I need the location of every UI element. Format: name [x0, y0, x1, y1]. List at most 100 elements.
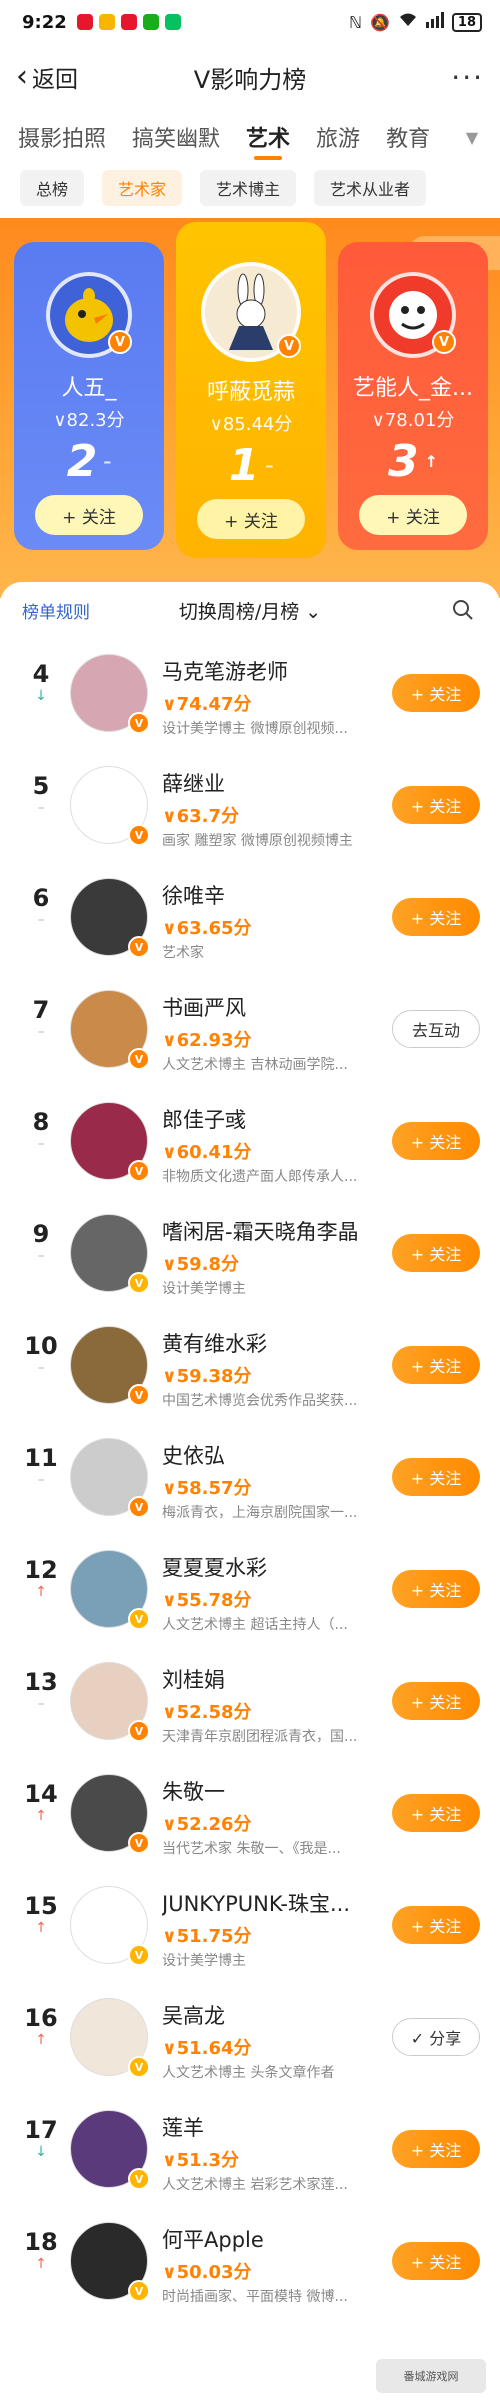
tab-2[interactable]: 艺术: [246, 112, 290, 162]
avatar[interactable]: V: [201, 262, 301, 362]
follow-button[interactable]: + 关注: [392, 1570, 480, 1608]
tab-0[interactable]: 摄影拍照: [18, 112, 106, 162]
follow-button[interactable]: + 关注: [392, 1794, 480, 1832]
notification-app-icon: [120, 14, 137, 30]
tab-4[interactable]: 教育: [386, 112, 430, 162]
user-name[interactable]: 黄有维水彩: [162, 1328, 382, 1358]
search-icon[interactable]: [448, 595, 478, 625]
category-tabs: 摄影拍照搞笑幽默艺术旅游教育情▼: [0, 112, 500, 162]
user-name[interactable]: 嗜闲居-霜天晓角李晶: [162, 1216, 382, 1246]
wifi-icon: [398, 12, 418, 32]
rank-number: 9: [32, 1220, 50, 1248]
list-item[interactable]: 9– V 嗜闲居-霜天晓角李晶 ∨59.8分 设计美学博主 + 关注: [0, 1198, 500, 1310]
follow-button[interactable]: + 关注: [392, 1346, 480, 1384]
period-switch-button[interactable]: [170, 590, 330, 630]
follow-button[interactable]: + 关注: [392, 1906, 480, 1944]
chip-0[interactable]: 总榜: [20, 170, 85, 206]
follow-button[interactable]: + 关注: [392, 1682, 480, 1720]
battery-icon: 18: [451, 12, 482, 32]
user-name[interactable]: 何平Apple: [162, 2224, 382, 2254]
list-item[interactable]: 5– V 薛继业 ∨63.7分 画家 雕塑家 微博原创视频博主 + 关注: [0, 750, 500, 862]
list-item[interactable]: 15 ↑ V JUNKYPUNK-珠宝... ∨51.75分 设计美学博主 + 关注: [0, 1870, 500, 1982]
list-item[interactable]: 16 ↑ V 吴高龙 ∨51.64分 人文艺术博主 头条文章作者 ✓ 分享: [0, 1982, 500, 2094]
list-item[interactable]: 11– V 史依弘 ∨58.57分 梅派青衣，上海京剧院国家一... + 关注: [0, 1422, 500, 1534]
rank-trend-icon: –: [37, 1024, 45, 1040]
podium-card-rank-1[interactable]: V 呼蔽觅蒜 ∨85.44分 1 – + 关注: [176, 222, 326, 558]
follow-button[interactable]: + 关注: [35, 495, 143, 535]
rules-link[interactable]: 榜单规则: [22, 598, 90, 623]
rank-trend-icon: –: [37, 1360, 45, 1376]
user-description: 画家 雕塑家 微博原创视频博主: [162, 833, 353, 849]
user-name[interactable]: 马克笔游老师: [162, 656, 382, 686]
follow-button[interactable]: + 关注: [392, 786, 480, 824]
rank-number: 6: [32, 884, 50, 912]
follow-button[interactable]: + 关注: [197, 499, 305, 539]
follow-button[interactable]: + 关注: [392, 1122, 480, 1160]
follow-button[interactable]: + 关注: [392, 1234, 480, 1272]
list-item[interactable]: 18 ↑ V 何平Apple ∨50.03分 时尚插画家、平面模特 微博... + 关注: [0, 2206, 500, 2318]
user-name[interactable]: 莲羊: [162, 2112, 382, 2142]
rank-trend-icon: ↑: [35, 1920, 47, 1936]
tabs-expand-icon[interactable]: ▼: [454, 112, 490, 162]
user-name[interactable]: 吴高龙: [162, 2000, 382, 2030]
more-options-icon[interactable]: ···: [451, 61, 484, 94]
chip-1[interactable]: 艺术家: [102, 170, 183, 206]
verified-badge-icon: V: [128, 1720, 150, 1742]
verified-badge-icon: V: [108, 330, 132, 354]
follow-button[interactable]: + 关注: [392, 2130, 480, 2168]
user-name[interactable]: 徐唯辛: [162, 880, 382, 910]
user-name[interactable]: 薛继业: [162, 768, 382, 798]
rank-number: 12: [24, 1556, 58, 1584]
influence-score: ∨63.65分: [162, 918, 252, 939]
list-item[interactable]: 10– V 黄有维水彩 ∨59.38分 中国艺术博览会优秀作品奖获... + 关注: [0, 1310, 500, 1422]
podium-name: 呼蔽觅蒜: [206, 380, 295, 405]
list-item[interactable]: 12 ↑ V 夏夏夏水彩 ∨55.78分 人文艺术博主 超话主持人（... + 关注: [0, 1534, 500, 1646]
rank-trend-icon: ↓: [35, 688, 47, 704]
podium-name: 艺能人_金...: [353, 376, 473, 401]
list-item[interactable]: 4 ↓ V 马克笔游老师 ∨74.47分 设计美学博主 微博原创视频... + 关注: [0, 638, 500, 750]
user-name[interactable]: 夏夏夏水彩: [162, 1552, 382, 1582]
user-name[interactable]: 史依弘: [162, 1440, 382, 1470]
influence-score: ∨62.93分: [162, 1030, 252, 1051]
podium-card-rank-2[interactable]: V 人五_ ∨82.3分 2 – + 关注: [14, 242, 164, 550]
list-item[interactable]: 13– V 刘桂娟 ∨52.58分 天津青年京剧团程派青衣，国... + 关注: [0, 1646, 500, 1758]
list-item[interactable]: 17 ↓ V 莲羊 ∨51.3分 人文艺术博主 岩彩艺术家莲... + 关注: [0, 2094, 500, 2206]
back-button[interactable]: ‹ 返回: [16, 60, 78, 94]
mute-icon: 🔕: [369, 12, 390, 32]
rank-number: 7: [32, 996, 50, 1024]
chip-2[interactable]: 艺术博主: [200, 170, 297, 206]
rank-number: 18: [24, 2228, 58, 2256]
influence-score: ∨52.26分: [162, 1814, 252, 1835]
verified-badge-icon: V: [277, 334, 301, 358]
verified-badge-icon: V: [128, 712, 150, 734]
action-button[interactable]: ✓ 分享: [392, 2018, 480, 2056]
list-item[interactable]: 14 ↑ V 朱敬一 ∨52.26分 当代艺术家 朱敬一、《我是... + 关注: [0, 1758, 500, 1870]
list-item[interactable]: 6– V 徐唯辛 ∨63.65分 艺术家 + 关注: [0, 862, 500, 974]
follow-button[interactable]: + 关注: [392, 1458, 480, 1496]
user-name[interactable]: 朱敬一: [162, 1776, 382, 1806]
follow-button[interactable]: + 关注: [392, 2242, 480, 2280]
user-name[interactable]: 郎佳子彧: [162, 1104, 382, 1134]
avatar[interactable]: V: [370, 272, 456, 358]
influence-score: ∨50.03分: [162, 2262, 252, 2283]
follow-button[interactable]: + 关注: [392, 898, 480, 936]
verified-badge-icon: V: [128, 1048, 150, 1070]
tab-1[interactable]: 搞笑幽默: [132, 112, 220, 162]
list-item[interactable]: 7– V 书画严风 ∨62.93分 人文艺术博主 吉林动画学院... 去互动: [0, 974, 500, 1086]
user-name[interactable]: 书画严风: [162, 992, 382, 1022]
user-description: 人文艺术博主 头条文章作者: [162, 2065, 335, 2081]
list-item[interactable]: 8– V 郎佳子彧 ∨60.41分 非物质文化遗产面人郎传承人... + 关注: [0, 1086, 500, 1198]
follow-button[interactable]: + 关注: [359, 495, 467, 535]
podium-card-rank-3[interactable]: V 艺能人_金... ∨78.01分 3 ↑ + 关注: [338, 242, 488, 550]
follow-button[interactable]: + 关注: [392, 674, 480, 712]
user-name[interactable]: JUNKYPUNK-珠宝...: [162, 1888, 382, 1918]
rank-trend-icon: ↑: [35, 1584, 47, 1600]
chip-3[interactable]: 艺术从业者: [314, 170, 427, 206]
rank-trend-icon: –: [37, 800, 45, 816]
influence-score: ∨74.47分: [162, 694, 252, 715]
action-button[interactable]: 去互动: [392, 1010, 480, 1048]
avatar[interactable]: V: [46, 272, 132, 358]
verified-badge-icon: V: [128, 824, 150, 846]
user-name[interactable]: 刘桂娟: [162, 1664, 382, 1694]
tab-3[interactable]: 旅游: [316, 112, 360, 162]
